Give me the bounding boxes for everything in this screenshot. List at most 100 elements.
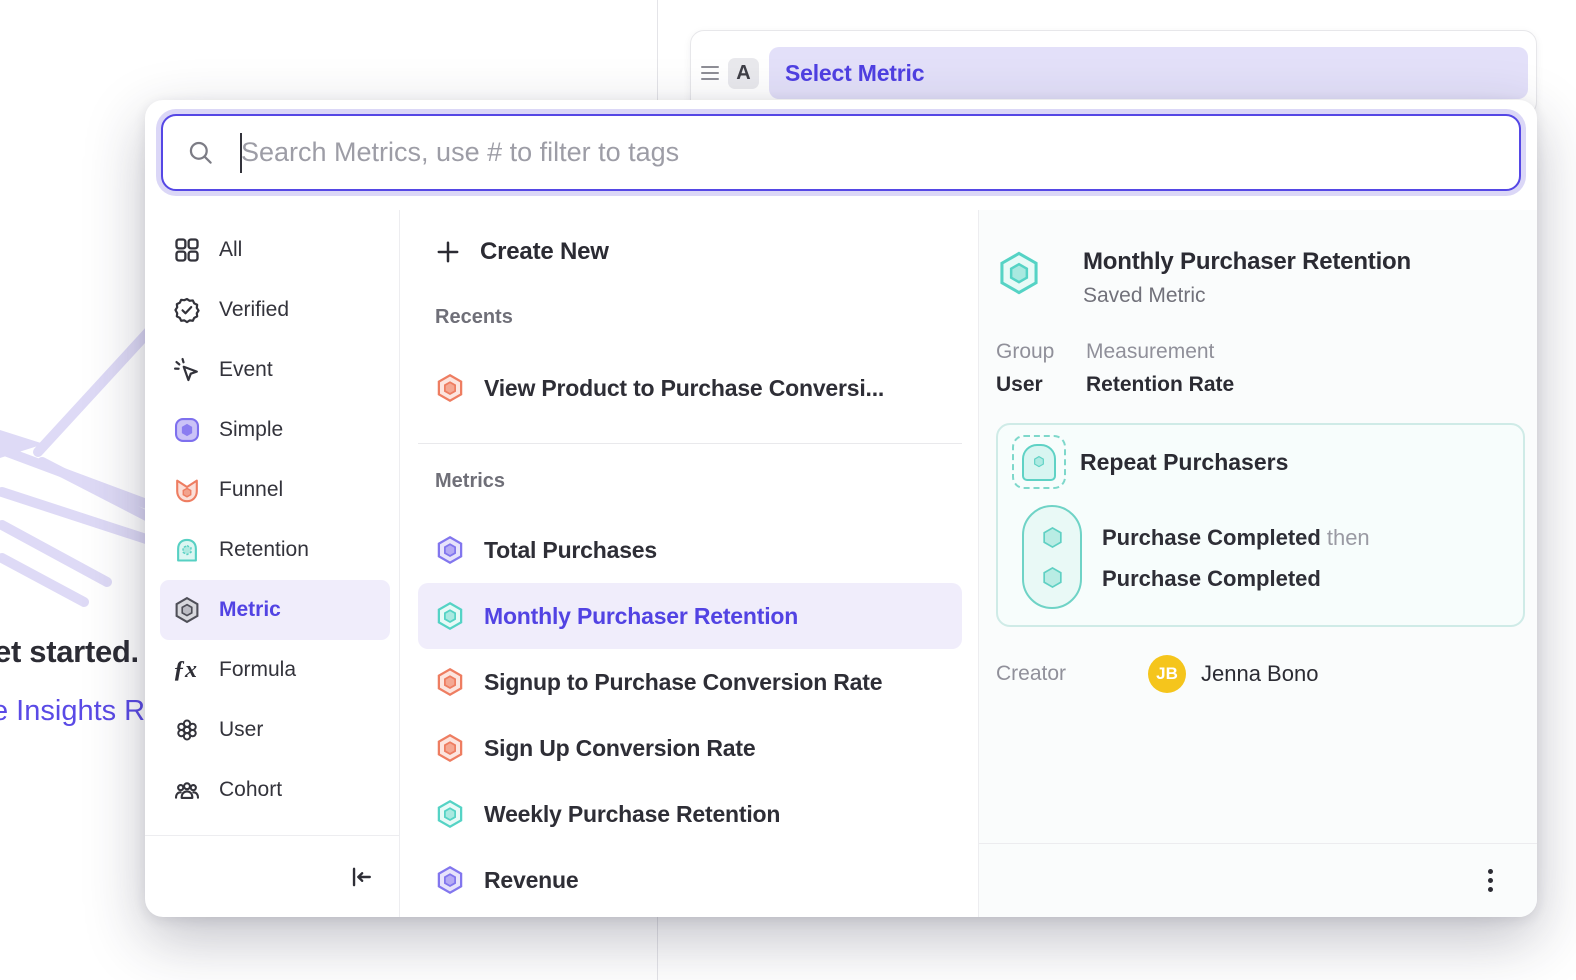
list-item-label: Monthly Purchaser Retention bbox=[484, 603, 798, 630]
retention-icon bbox=[173, 536, 201, 564]
detail-title: Monthly Purchaser Retention bbox=[1083, 248, 1411, 276]
filter-list: All Verified bbox=[145, 210, 399, 835]
text-cursor bbox=[240, 133, 242, 173]
detail-meta: Group User Measurement Retention Rate bbox=[996, 340, 1522, 397]
step-1-event: Purchase Completed bbox=[1102, 525, 1321, 550]
list-item-label: Sign Up Conversion Rate bbox=[484, 735, 755, 762]
definition-name: Repeat Purchasers bbox=[1080, 449, 1288, 476]
metrics-section-label: Metrics bbox=[435, 470, 962, 493]
sidebar-item-funnel[interactable]: Funnel bbox=[160, 460, 390, 520]
sidebar-item-simple[interactable]: Simple bbox=[160, 400, 390, 460]
detail-footer bbox=[979, 843, 1537, 917]
create-new-button[interactable]: Create New bbox=[418, 224, 962, 280]
measurement-column: Measurement Retention Rate bbox=[1086, 340, 1234, 397]
list-item[interactable]: Weekly Purchase Retention bbox=[418, 781, 962, 847]
list-item[interactable]: Sign Up Conversion Rate bbox=[418, 715, 962, 781]
sidebar-item-label: Funnel bbox=[219, 478, 283, 502]
plus-icon bbox=[435, 239, 461, 265]
metric-picker-modal: All Verified bbox=[145, 100, 1537, 917]
metric-hexagon-icon bbox=[435, 535, 465, 565]
recents-section-label: Recents bbox=[435, 306, 962, 329]
sidebar-item-label: Retention bbox=[219, 538, 309, 562]
metric-hexagon-icon bbox=[435, 601, 465, 631]
list-item-recent[interactable]: View Product to Purchase Conversi... bbox=[418, 355, 962, 421]
step-hexagon-icon bbox=[1039, 564, 1066, 591]
list-item-label: Total Purchases bbox=[484, 537, 657, 564]
sidebar-item-label: Simple bbox=[219, 418, 283, 442]
group-label: Group bbox=[996, 340, 1086, 364]
detail-body: Monthly Purchaser Retention Saved Metric… bbox=[979, 210, 1537, 843]
sidebar-item-all[interactable]: All bbox=[160, 220, 390, 280]
block-letter-badge[interactable]: A bbox=[728, 58, 759, 89]
sidebar-item-label: User bbox=[219, 718, 263, 742]
metric-list-column: Create New Recents View Product to Purch… bbox=[400, 210, 978, 917]
sidebar-item-label: All bbox=[219, 238, 242, 262]
background-partial-link[interactable]: e Insights Re bbox=[0, 695, 161, 728]
metric-hexagon-icon bbox=[435, 865, 465, 895]
list-item-label: Weekly Purchase Retention bbox=[484, 801, 780, 828]
grid-icon bbox=[173, 236, 201, 264]
sidebar-item-label: Verified bbox=[219, 298, 289, 322]
filter-sidebar: All Verified bbox=[145, 210, 400, 917]
sidebar-item-label: Cohort bbox=[219, 778, 282, 802]
step-hexagon-icon bbox=[1039, 524, 1066, 551]
retention-arch-shape bbox=[1022, 444, 1056, 481]
list-item-selected[interactable]: Monthly Purchaser Retention bbox=[418, 583, 962, 649]
kebab-menu-icon[interactable] bbox=[1482, 863, 1499, 898]
list-item-label: Revenue bbox=[484, 867, 578, 894]
cohort-icon bbox=[173, 776, 201, 804]
sidebar-item-verified[interactable]: Verified bbox=[160, 280, 390, 340]
funnel-steps-capsule bbox=[1022, 505, 1082, 609]
metric-hexagon-icon bbox=[435, 667, 465, 697]
metric-definition-card: Repeat Purchasers Purchase Completedthen bbox=[996, 423, 1525, 627]
picker-content: All Verified bbox=[145, 210, 1537, 917]
sidebar-item-metric[interactable]: Metric bbox=[160, 580, 390, 640]
sidebar-item-cohort[interactable]: Cohort bbox=[160, 760, 390, 820]
funnel-icon bbox=[173, 476, 201, 504]
drag-handle-icon[interactable] bbox=[701, 66, 719, 80]
list-item-label: Signup to Purchase Conversion Rate bbox=[484, 669, 882, 696]
sidebar-item-label: Event bbox=[219, 358, 273, 382]
detail-titles: Monthly Purchaser Retention Saved Metric bbox=[1083, 248, 1411, 308]
measurement-value: Retention Rate bbox=[1086, 373, 1234, 397]
user-cluster-icon bbox=[173, 716, 201, 744]
formula-icon: ƒx bbox=[173, 656, 201, 684]
simple-metric-icon bbox=[173, 416, 201, 444]
select-metric-button[interactable]: Select Metric bbox=[769, 47, 1528, 99]
retention-icon bbox=[1012, 435, 1066, 489]
list-divider bbox=[418, 443, 962, 444]
event-cursor-icon bbox=[173, 356, 201, 384]
search-icon bbox=[187, 139, 214, 166]
metric-hexagon-icon bbox=[435, 373, 465, 403]
sidebar-item-label: Metric bbox=[219, 598, 281, 622]
sidebar-item-formula[interactable]: ƒx Formula bbox=[160, 640, 390, 700]
step-2-event: Purchase Completed bbox=[1102, 566, 1321, 591]
metric-detail-panel: Monthly Purchaser Retention Saved Metric… bbox=[978, 210, 1537, 917]
creator-label: Creator bbox=[996, 662, 1148, 686]
list-item[interactable]: Signup to Purchase Conversion Rate bbox=[418, 649, 962, 715]
definition-step-2: Purchase Completed bbox=[1102, 566, 1321, 592]
step-connector: then bbox=[1327, 525, 1370, 550]
metric-hexagon-icon bbox=[173, 596, 201, 624]
list-item[interactable]: Total Purchases bbox=[418, 517, 962, 583]
search-input[interactable] bbox=[161, 114, 1521, 191]
search-bar bbox=[161, 114, 1521, 191]
group-column: Group User bbox=[996, 340, 1086, 397]
collapse-panel-icon[interactable] bbox=[347, 864, 373, 890]
verified-badge-icon bbox=[173, 296, 201, 324]
group-value: User bbox=[996, 373, 1086, 397]
creator-row: Creator JB Jenna Bono bbox=[996, 655, 1522, 693]
list-item[interactable]: Revenue bbox=[418, 847, 962, 913]
metric-hexagon-icon bbox=[435, 733, 465, 763]
metric-hexagon-icon bbox=[435, 799, 465, 829]
metric-hexagon-icon bbox=[996, 250, 1042, 296]
sidebar-item-label: Formula bbox=[219, 658, 296, 682]
list-item-label: View Product to Purchase Conversi... bbox=[484, 375, 884, 402]
sidebar-item-user[interactable]: User bbox=[160, 700, 390, 760]
sidebar-item-retention[interactable]: Retention bbox=[160, 520, 390, 580]
definition-step-1: Purchase Completedthen bbox=[1102, 525, 1370, 551]
create-new-label: Create New bbox=[480, 238, 609, 266]
sidebar-item-event[interactable]: Event bbox=[160, 340, 390, 400]
measurement-label: Measurement bbox=[1086, 340, 1234, 364]
sidebar-footer bbox=[145, 835, 399, 917]
